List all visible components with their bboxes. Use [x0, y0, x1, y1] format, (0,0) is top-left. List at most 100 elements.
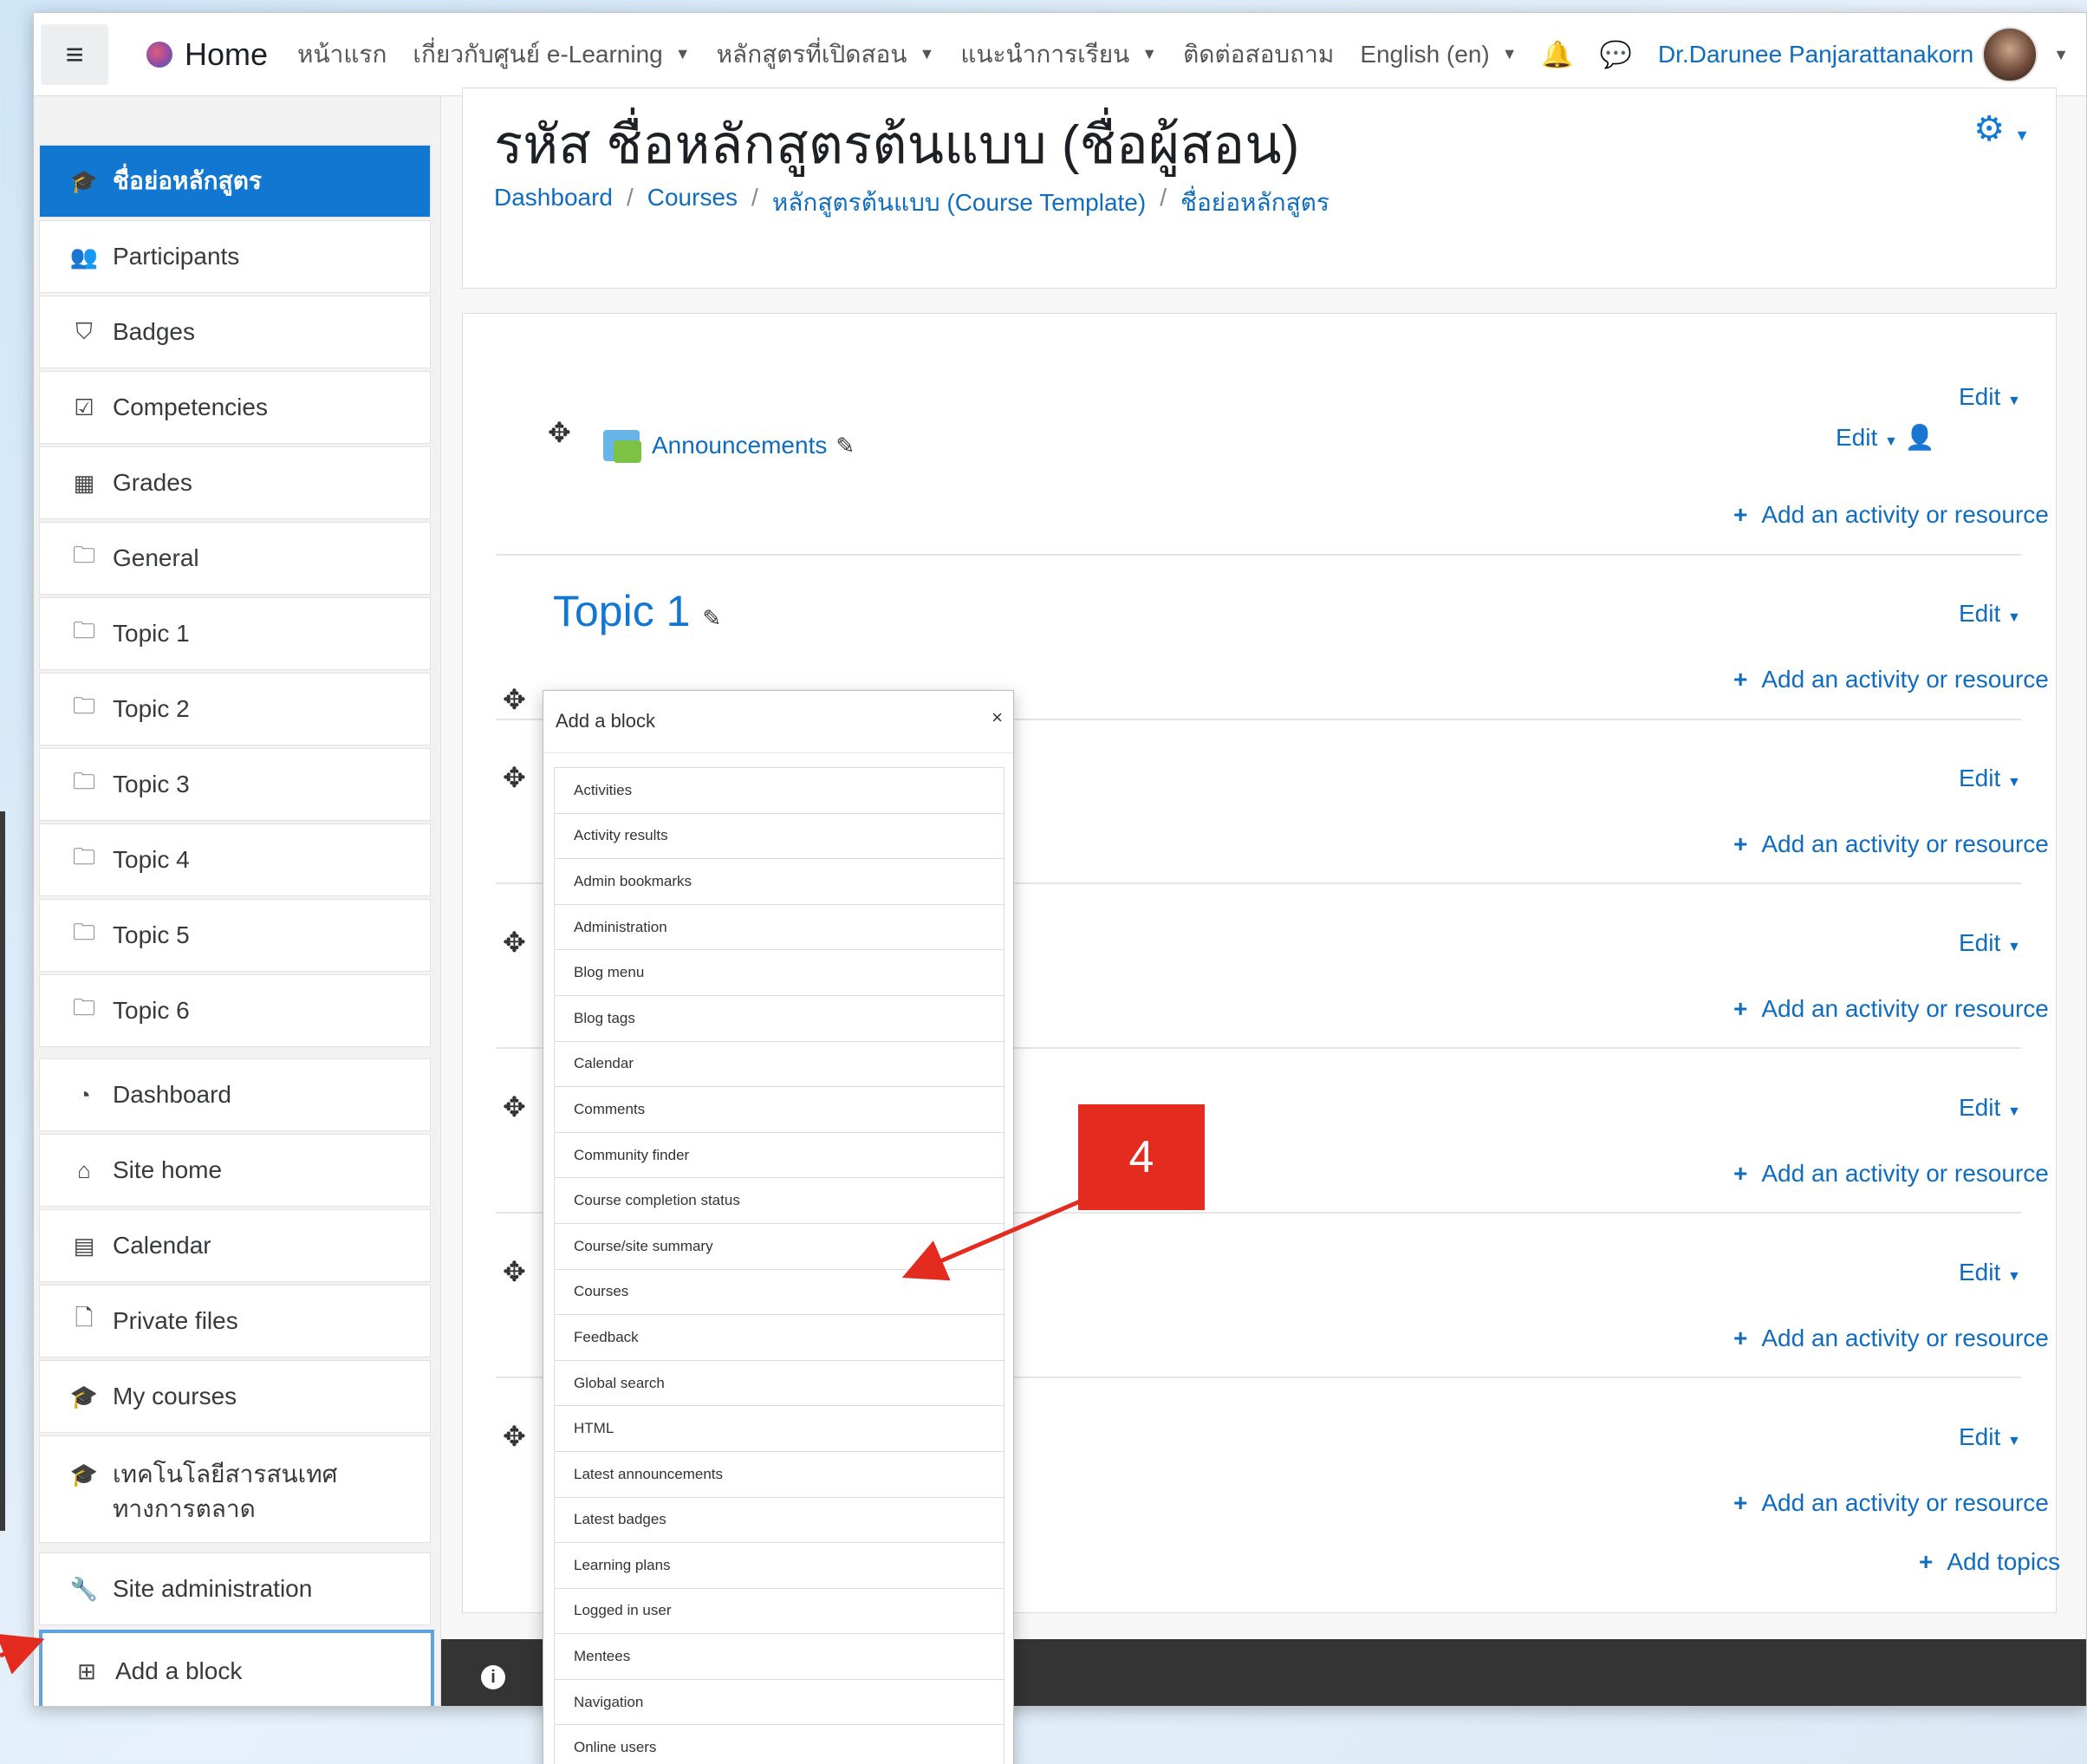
drawer-item-topic-5[interactable]: 🗀 Topic 5: [39, 899, 431, 972]
course-name-line1: เทคโนโลยีสารสนเทศ: [113, 1461, 338, 1487]
edit-menu-section-4[interactable]: Edit ▼: [1959, 1094, 2021, 1122]
drawer-item-course-marketing-it[interactable]: 🎓 เทคโนโลยีสารสนเทศ ทางการตลาด: [39, 1435, 431, 1543]
drawer-item-course-shortname[interactable]: 🎓 ชื่อย่อหลักสูตร: [39, 145, 431, 218]
edit-menu-section-2[interactable]: Edit ▼: [1959, 765, 2021, 792]
pencil-icon[interactable]: ✎: [835, 433, 855, 459]
drawer-item-my-courses[interactable]: 🎓 My courses: [39, 1360, 431, 1433]
nav-item-study-guide[interactable]: แนะนำการเรียน ▼: [960, 36, 1157, 74]
drawer-item-topic-4[interactable]: 🗀 Topic 4: [39, 823, 431, 896]
block-option-community-finder[interactable]: Community finder: [554, 1131, 1004, 1178]
plus-icon: +: [1733, 1160, 1748, 1187]
drawer-item-label: Site administration: [113, 1575, 313, 1602]
edit-menu-section-6[interactable]: Edit ▼: [1959, 1423, 2021, 1451]
announcements-activity[interactable]: Announcements ✎: [603, 430, 855, 463]
breadcrumb-course-template[interactable]: หลักสูตรต้นแบบ (Course Template): [772, 184, 1146, 222]
add-activity-section-5[interactable]: + Add an activity or resource: [1733, 1325, 2049, 1352]
move-icon[interactable]: ✥: [503, 761, 526, 794]
block-option-feedback[interactable]: Feedback: [554, 1314, 1004, 1360]
bell-icon[interactable]: 🔔: [1541, 40, 1573, 70]
language-selector[interactable]: English (en) ▼: [1360, 41, 1517, 68]
block-option-courses[interactable]: Courses: [554, 1268, 1004, 1315]
drawer-item-competencies[interactable]: ☑ Competencies: [39, 371, 431, 444]
block-option-latest-announcements[interactable]: Latest announcements: [554, 1450, 1004, 1497]
pencil-icon[interactable]: ✎: [702, 605, 721, 631]
breadcrumb-courses[interactable]: Courses: [647, 184, 738, 222]
page-header: รหัส ชื่อหลักสูตรต้นแบบ (ชื่อผู้สอน) ⚙ ▼…: [462, 88, 2057, 289]
info-icon[interactable]: i: [481, 1665, 505, 1689]
edit-menu-section-3[interactable]: Edit ▼: [1959, 929, 2021, 957]
block-option-calendar[interactable]: Calendar: [554, 1040, 1004, 1087]
nav-item-contact[interactable]: ติดต่อสอบถาม: [1183, 36, 1334, 74]
add-activity-section-4[interactable]: + Add an activity or resource: [1733, 1160, 2049, 1188]
close-icon[interactable]: ×: [991, 706, 1003, 729]
move-icon[interactable]: ✥: [503, 1420, 526, 1453]
edit-menu-announcements[interactable]: Edit ▼ 👤: [1836, 423, 1935, 452]
nav-item-home-th[interactable]: หน้าแรก: [297, 36, 387, 74]
drawer-item-general[interactable]: 🗀 General: [39, 522, 431, 595]
block-option-learning-plans[interactable]: Learning plans: [554, 1542, 1004, 1588]
block-option-activities[interactable]: Activities: [554, 767, 1004, 813]
drawer-item-topic-1[interactable]: 🗀 Topic 1: [39, 597, 431, 670]
move-icon[interactable]: ✥: [503, 926, 526, 959]
drawer-item-dashboard[interactable]: ◔ Dashboard: [39, 1058, 431, 1131]
add-activity-section-1[interactable]: + Add an activity or resource: [1733, 666, 2049, 693]
shield-icon: ⛉: [75, 318, 93, 344]
move-icon[interactable]: ✥: [548, 416, 571, 449]
drawer-item-topic-2[interactable]: 🗀 Topic 2: [39, 673, 431, 745]
edit-menu-section-0[interactable]: Edit ▼: [1959, 383, 2021, 411]
add-activity-section-2[interactable]: + Add an activity or resource: [1733, 830, 2049, 858]
add-block-pointer-arrow: [0, 1633, 45, 1675]
hamburger-icon[interactable]: ≡: [41, 23, 108, 85]
block-option-logged-in-user[interactable]: Logged in user: [554, 1587, 1004, 1634]
move-icon[interactable]: ✥: [503, 1090, 526, 1123]
block-option-navigation[interactable]: Navigation: [554, 1678, 1004, 1725]
edit-label: Edit: [1959, 1259, 2001, 1286]
block-option-html[interactable]: HTML: [554, 1405, 1004, 1451]
block-option-course-completion-status[interactable]: Course completion status: [554, 1177, 1004, 1223]
block-option-course-site-summary[interactable]: Course/site summary: [554, 1222, 1004, 1269]
add-activity-section-6[interactable]: + Add an activity or resource: [1733, 1489, 2049, 1517]
drawer-item-topic-3[interactable]: 🗀 Topic 3: [39, 748, 431, 821]
block-option-administration[interactable]: Administration: [554, 903, 1004, 950]
drawer-item-badges[interactable]: ⛉ Badges: [39, 296, 431, 368]
message-icon[interactable]: 💬: [1600, 40, 1632, 70]
add-topics-button[interactable]: + Add topics: [1919, 1548, 2060, 1576]
move-icon[interactable]: ✥: [503, 1255, 526, 1288]
drawer-item-site-home[interactable]: ⌂ Site home: [39, 1134, 431, 1207]
block-option-blog-tags[interactable]: Blog tags: [554, 994, 1004, 1041]
user-name[interactable]: Dr.Darunee Panjarattanakorn: [1658, 41, 1973, 68]
add-a-block-button[interactable]: ⊞ Add a block: [39, 1630, 434, 1706]
block-option-activity-results[interactable]: Activity results: [554, 812, 1004, 859]
avatar[interactable]: [1982, 27, 2038, 82]
edit-menu-section-1[interactable]: Edit ▼: [1959, 600, 2021, 628]
add-activity-section-0[interactable]: + Add an activity or resource: [1733, 501, 2049, 529]
drawer-item-site-administration[interactable]: 🔧 Site administration: [39, 1552, 431, 1625]
announcements-link[interactable]: Announcements: [652, 432, 827, 459]
add-activity-section-3[interactable]: + Add an activity or resource: [1733, 995, 2049, 1023]
breadcrumb-dashboard[interactable]: Dashboard: [494, 184, 613, 222]
edit-menu-section-5[interactable]: Edit ▼: [1959, 1259, 2021, 1286]
block-option-admin-bookmarks[interactable]: Admin bookmarks: [554, 858, 1004, 904]
block-option-online-users[interactable]: Online users: [554, 1724, 1004, 1764]
graduation-cap-icon: 🎓: [69, 1383, 99, 1409]
block-option-blog-menu[interactable]: Blog menu: [554, 949, 1004, 995]
block-option-comments[interactable]: Comments: [554, 1086, 1004, 1132]
block-option-mentees[interactable]: Mentees: [554, 1633, 1004, 1679]
folder-icon: 🗀: [72, 617, 95, 643]
block-option-global-search[interactable]: Global search: [554, 1359, 1004, 1406]
home-brand-link[interactable]: Home: [146, 36, 268, 73]
block-option-latest-badges[interactable]: Latest badges: [554, 1496, 1004, 1543]
drawer-item-topic-6[interactable]: 🗀 Topic 6: [39, 974, 431, 1047]
drawer-item-private-files[interactable]: 🗋 Private files: [39, 1285, 431, 1357]
drawer-item-grades[interactable]: ▦ Grades: [39, 446, 431, 519]
breadcrumb-course-shortname[interactable]: ชื่อย่อหลักสูตร: [1180, 184, 1330, 222]
drawer-item-label: Topic 2: [113, 695, 190, 722]
nav-item-about[interactable]: เกี่ยวกับศูนย์ e-Learning ▼: [413, 36, 690, 74]
breadcrumb: Dashboard / Courses / หลักสูตรต้นแบบ (Co…: [494, 184, 1330, 222]
drawer-item-participants[interactable]: 👥 Participants: [39, 220, 431, 293]
nav-item-courses-offered[interactable]: หลักสูตรที่เปิดสอน ▼: [717, 36, 935, 74]
move-icon[interactable]: ✥: [503, 683, 526, 716]
drawer-item-calendar[interactable]: ▤ Calendar: [39, 1209, 431, 1282]
gear-icon[interactable]: ⚙ ▼: [1973, 109, 2030, 149]
caret-down-icon[interactable]: ▼: [2053, 46, 2069, 64]
